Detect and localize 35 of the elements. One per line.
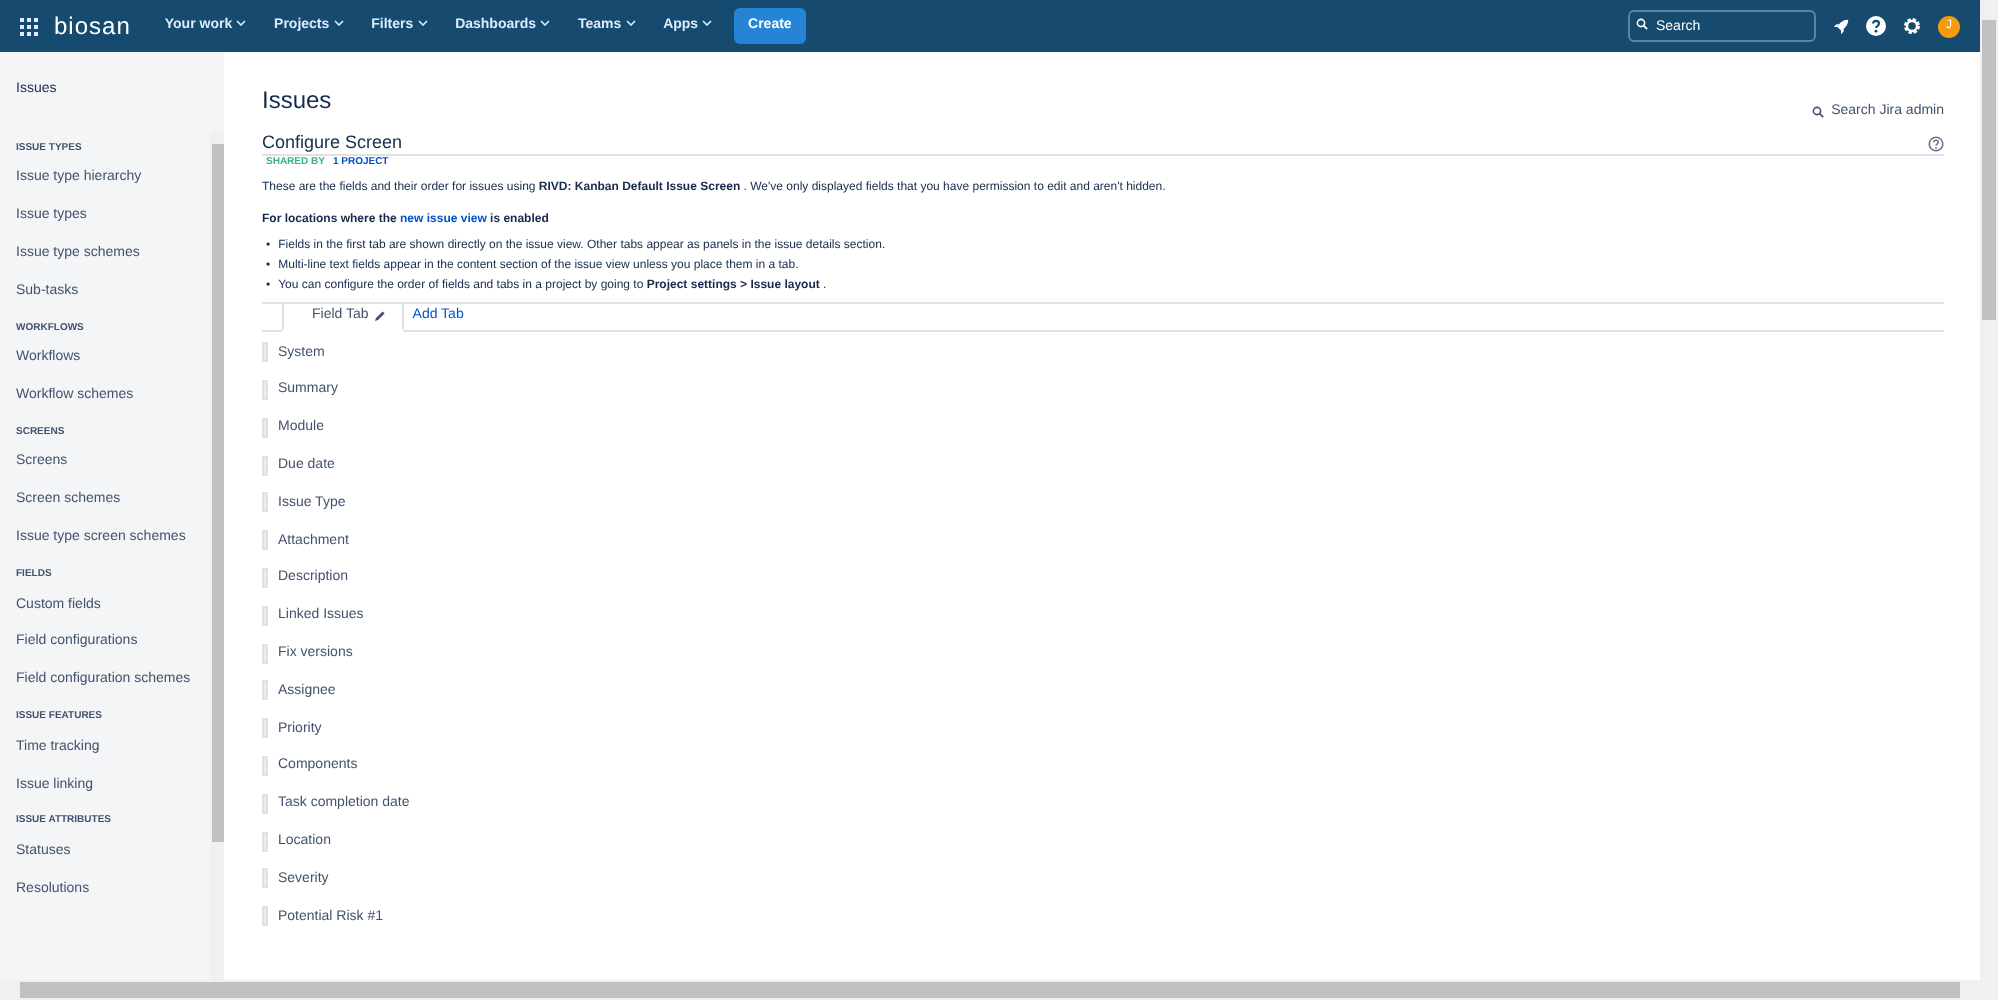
drag-handle[interactable] bbox=[262, 643, 268, 664]
drag-handle[interactable] bbox=[262, 492, 268, 513]
help-icon[interactable] bbox=[1866, 16, 1886, 36]
help-icon[interactable] bbox=[1928, 136, 1944, 153]
caret-icon bbox=[625, 20, 636, 27]
rocket-icon[interactable] bbox=[1832, 17, 1850, 35]
page-title: Issues bbox=[262, 86, 332, 115]
app-switcher-icon[interactable] bbox=[20, 17, 38, 35]
drag-handle[interactable] bbox=[262, 567, 268, 588]
caret-icon bbox=[236, 20, 247, 27]
drag-handle[interactable] bbox=[262, 831, 268, 852]
sidebar-scrollbar[interactable] bbox=[210, 132, 224, 980]
caret-icon bbox=[539, 20, 550, 27]
drag-handle[interactable] bbox=[262, 342, 268, 363]
drag-handle[interactable] bbox=[262, 868, 268, 889]
drag-handle[interactable] bbox=[262, 793, 268, 814]
drag-handle[interactable] bbox=[262, 605, 268, 626]
drag-handle[interactable] bbox=[262, 755, 268, 776]
drag-handle[interactable] bbox=[262, 455, 268, 476]
drag-handle[interactable] bbox=[262, 718, 268, 739]
drag-handle[interactable] bbox=[262, 530, 268, 551]
drag-handle[interactable] bbox=[262, 680, 268, 701]
horizontal-scrollbar[interactable] bbox=[0, 980, 1998, 1000]
section-title: Configure Screen bbox=[262, 131, 403, 153]
caret-icon bbox=[417, 20, 428, 27]
drag-handle[interactable] bbox=[262, 906, 268, 927]
settings-icon[interactable] bbox=[1902, 16, 1922, 36]
vertical-scrollbar[interactable] bbox=[1980, 0, 1998, 980]
logo[interactable]: biosan bbox=[54, 8, 131, 44]
caret-icon bbox=[333, 20, 344, 27]
search-icon bbox=[1811, 106, 1824, 119]
pencil-icon[interactable] bbox=[374, 309, 387, 322]
caret-icon bbox=[702, 20, 713, 27]
drag-handle[interactable] bbox=[262, 379, 268, 400]
drag-handle[interactable] bbox=[262, 417, 268, 438]
